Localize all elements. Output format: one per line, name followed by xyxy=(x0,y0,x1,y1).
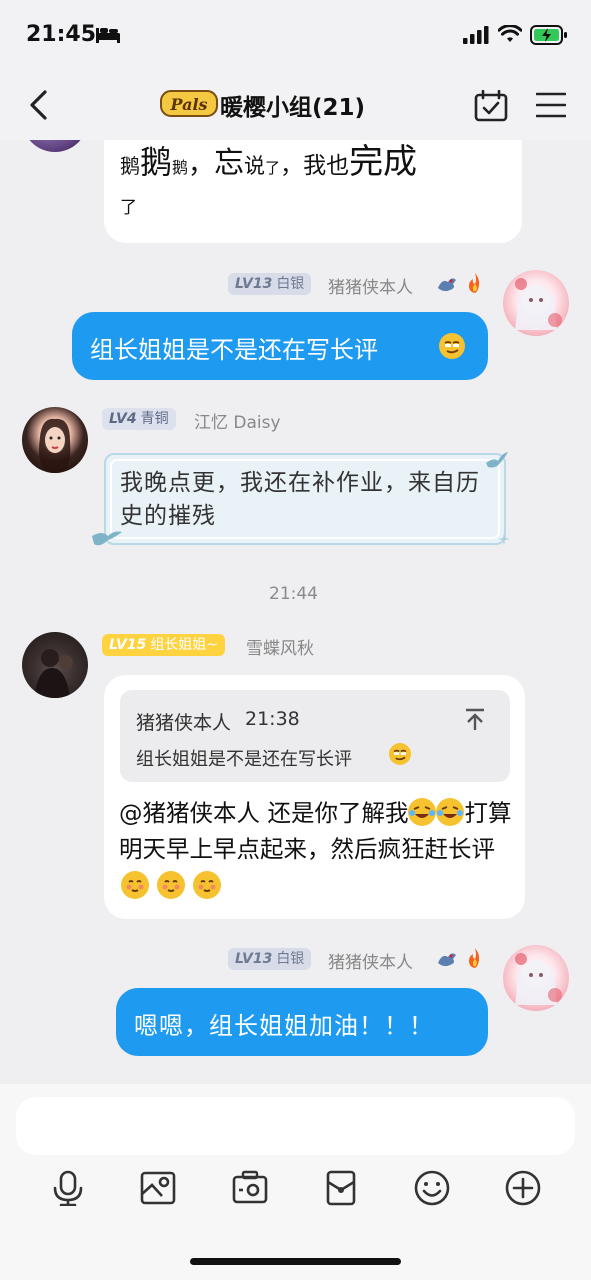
cellular-signal-icon xyxy=(463,26,489,44)
level-badge: LV4 青铜 xyxy=(102,408,176,430)
flame-icon xyxy=(469,948,480,968)
battery-charging-icon xyxy=(530,25,567,45)
group-logo: Pals xyxy=(160,86,218,120)
message-input[interactable] xyxy=(16,1097,575,1155)
input-bar xyxy=(0,1084,591,1280)
time-divider: 21:44 xyxy=(269,584,318,604)
avatar[interactable] xyxy=(503,270,569,336)
image-icon[interactable] xyxy=(140,1170,176,1206)
sender-name: 雪蝶风秋 xyxy=(246,639,314,659)
wifi-icon xyxy=(498,25,522,42)
level-badge: LV15 组长姐姐~ xyxy=(102,634,226,656)
message-list[interactable]: 鹅鹅鹅，忘说了，我也完成了 LV13 白银 猪猪侠本人 组长姐姐是不是还在写长评 … xyxy=(0,140,591,1084)
quoted-message[interactable]: 猪猪侠本人 21:38 组长姐姐是不是还在写长评 xyxy=(120,690,510,782)
home-indicator[interactable] xyxy=(190,1258,401,1265)
chat-header: Pals 暖樱小组(21) xyxy=(0,70,591,140)
message-text: 嗯嗯，组长姐姐加油！！！ xyxy=(134,1012,434,1040)
message-bubble[interactable]: 我晚点更，我还在补作业，来自历史的摧残 xyxy=(104,453,506,545)
dragon-badge-icon xyxy=(438,953,456,967)
quote-sender: 猪猪侠本人 xyxy=(136,712,232,734)
smirk-emoji-icon xyxy=(439,333,465,359)
message-text: @猪猪侠本人 还是你了解我 打算明天早上早点起来，然后疯狂赶长评 xyxy=(119,795,514,903)
avatar[interactable] xyxy=(22,140,88,152)
status-time: 21:45 xyxy=(26,22,97,47)
message-text: 组长姐姐是不是还在写长评 xyxy=(90,336,378,364)
group-title: 暖樱小组(21) xyxy=(220,95,366,121)
dragon-badge-icon xyxy=(438,278,456,292)
quote-time: 21:38 xyxy=(245,708,300,730)
status-bar: 21:45 xyxy=(0,0,591,70)
sender-name: 猪猪侠本人 xyxy=(328,953,413,973)
avatar[interactable] xyxy=(503,945,569,1011)
menu-icon[interactable] xyxy=(536,92,566,118)
smirk-emoji-icon xyxy=(389,743,411,765)
laughing-crying-emoji-icon xyxy=(408,798,437,826)
calendar-check-icon[interactable] xyxy=(474,90,508,122)
message-text: 我晚点更，我还在补作业，来自历史的摧残 xyxy=(120,470,480,529)
logo-text: Pals xyxy=(169,95,207,114)
swallow-decoration-icon xyxy=(486,452,508,468)
level-badge: LV13 白银 xyxy=(228,273,312,295)
camera-icon[interactable] xyxy=(232,1170,268,1206)
avatar[interactable] xyxy=(22,632,88,698)
plus-icon[interactable] xyxy=(505,1170,541,1206)
blushing-emoji-icon xyxy=(193,871,221,899)
laughing-crying-emoji-icon xyxy=(436,798,465,826)
message-bubble[interactable]: 猪猪侠本人 21:38 组长姐姐是不是还在写长评 @猪猪侠本人 还是你了解我 打算… xyxy=(104,675,525,919)
emoji-icon[interactable] xyxy=(414,1170,450,1206)
quote-text: 组长姐姐是不是还在写长评 xyxy=(136,749,352,770)
sender-name: 猪猪侠本人 xyxy=(328,278,413,298)
avatar[interactable] xyxy=(22,407,88,473)
sleep-mode-icon xyxy=(96,28,120,43)
microphone-icon[interactable] xyxy=(50,1170,86,1206)
sender-name: 江忆 Daisy xyxy=(194,413,281,433)
blushing-emoji-icon xyxy=(157,871,185,899)
back-button[interactable] xyxy=(26,88,50,122)
message-bubble[interactable]: 嗯嗯，组长姐姐加油！！！ xyxy=(116,988,488,1056)
message-text: 鹅鹅鹅，忘说了，我也完成了 xyxy=(120,142,418,218)
flame-icon xyxy=(469,273,480,293)
mention-link[interactable]: @猪猪侠本人 xyxy=(119,799,260,827)
message-bubble[interactable]: 组长姐姐是不是还在写长评 xyxy=(72,312,488,380)
blushing-emoji-icon xyxy=(121,871,149,899)
sparkle-decoration-icon xyxy=(498,533,510,545)
level-badge: LV13 白银 xyxy=(228,948,312,970)
jump-to-message-icon[interactable] xyxy=(464,708,486,732)
red-packet-icon[interactable] xyxy=(323,1170,359,1206)
message-bubble[interactable]: 鹅鹅鹅，忘说了，我也完成了 xyxy=(104,140,522,243)
swallow-decoration-icon xyxy=(92,531,122,546)
